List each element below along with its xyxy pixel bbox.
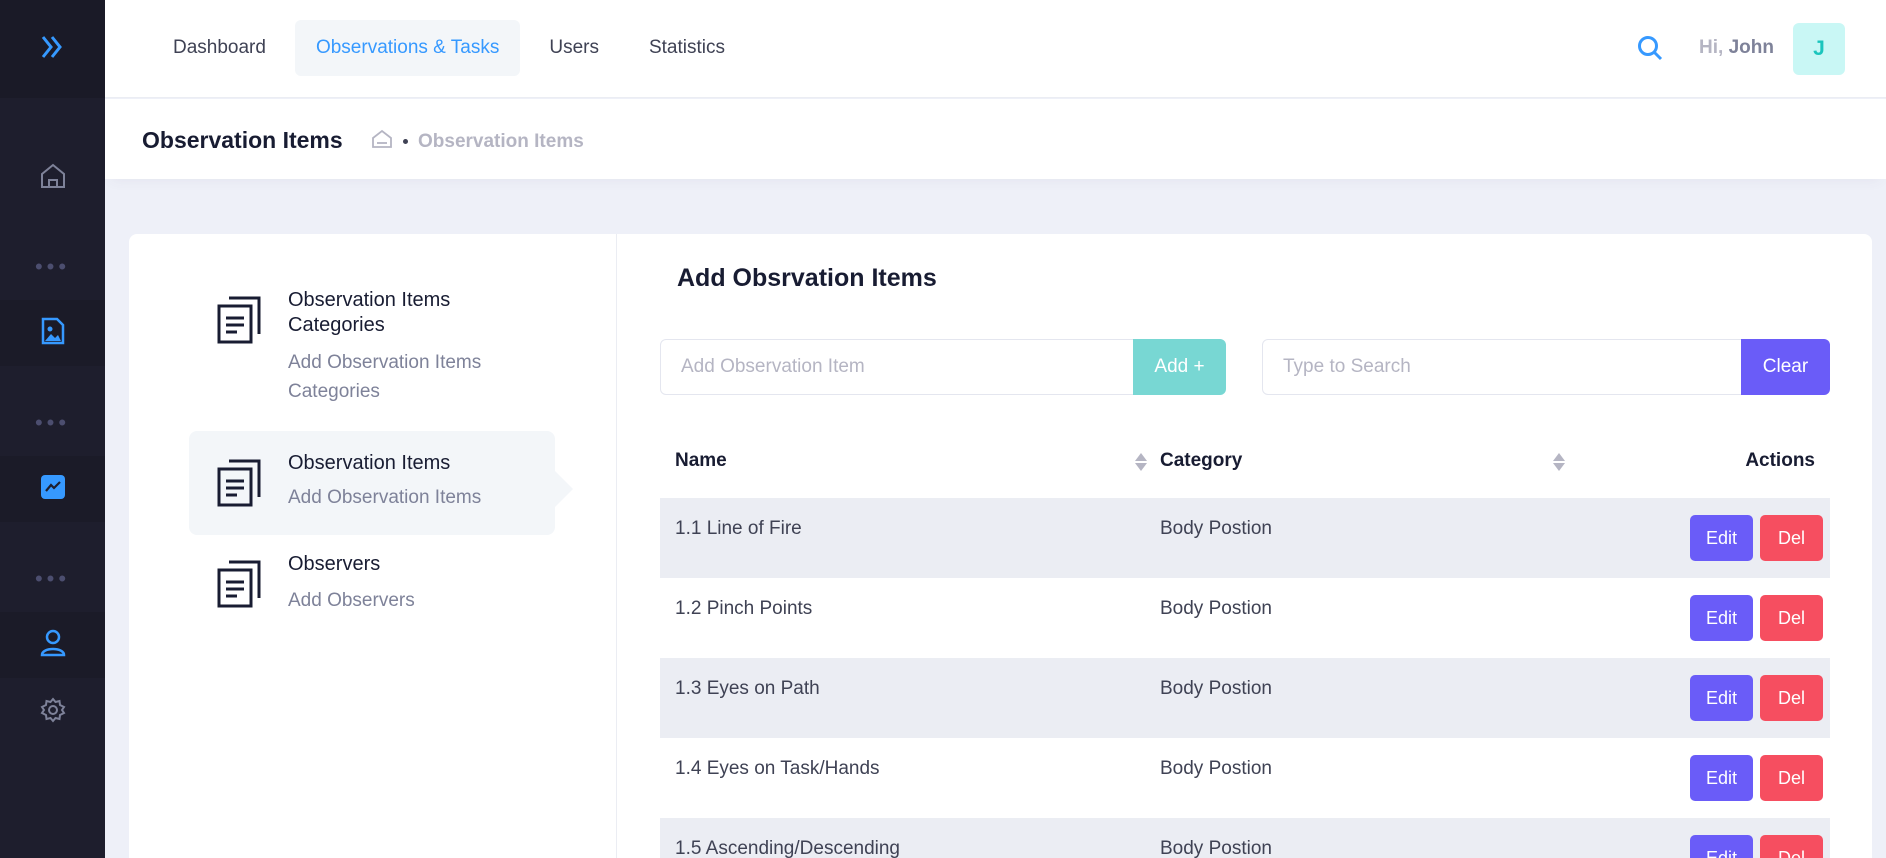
- section-dots: •••: [34, 410, 71, 435]
- subheader: Observation Items Observation Items: [105, 99, 1886, 179]
- menu-title: Observers: [288, 553, 381, 575]
- toggle-sidebar-icon[interactable]: [38, 32, 68, 67]
- edit-button[interactable]: Edit: [1690, 835, 1753, 858]
- breadcrumb-current[interactable]: Observation Items: [418, 131, 584, 153]
- search-input[interactable]: Type to Search: [1262, 339, 1746, 395]
- page-title: Observation Items: [142, 127, 343, 153]
- nav-dashboard[interactable]: Dashboard: [152, 20, 287, 76]
- user-greeting[interactable]: Hi, John: [1699, 37, 1774, 59]
- cell-category: Body Postion: [1160, 598, 1272, 619]
- user-icon: [39, 628, 67, 663]
- table-row: 1.5 Ascending/Descending Body Postion Ed…: [660, 818, 1830, 858]
- cell-name: 1.3 Eyes on Path: [675, 678, 820, 699]
- sidebar: ••• ••• •••: [0, 0, 105, 858]
- chart-icon: [40, 474, 66, 505]
- documents-icon: [215, 558, 267, 610]
- delete-button[interactable]: Del: [1760, 515, 1823, 561]
- menu-desc: Add Observation Items Categories: [288, 352, 482, 402]
- top-nav: Dashboard Observations & Tasks Users Sta…: [152, 20, 746, 76]
- greeting-text: Hi,: [1699, 37, 1724, 58]
- menu-title: Observation Items: [288, 452, 451, 474]
- cell-name: 1.4 Eyes on Task/Hands: [675, 758, 880, 779]
- column-header-name[interactable]: Name: [675, 450, 727, 472]
- nav-users[interactable]: Users: [528, 20, 620, 76]
- edit-button[interactable]: Edit: [1690, 675, 1753, 721]
- table-row: 1.3 Eyes on Path Body Postion Edit Del: [660, 658, 1830, 738]
- sort-icon[interactable]: [1134, 452, 1148, 472]
- cell-category: Body Postion: [1160, 678, 1272, 699]
- avatar[interactable]: J: [1793, 23, 1845, 75]
- menu-item-observation-items[interactable]: Observation Items Add Observation Items: [189, 431, 573, 535]
- sort-icon[interactable]: [1552, 452, 1566, 472]
- cell-category: Body Postion: [1160, 518, 1272, 539]
- main-card: Observation Items Categories Add Observa…: [129, 234, 1872, 858]
- user-name: John: [1728, 37, 1774, 58]
- cell-name: 1.2 Pinch Points: [675, 598, 813, 619]
- table-row: 1.4 Eyes on Task/Hands Body Postion Edit…: [660, 738, 1830, 818]
- delete-button[interactable]: Del: [1760, 595, 1823, 641]
- cell-name: 1.1 Line of Fire: [675, 518, 802, 539]
- sidebar-item-settings[interactable]: [0, 684, 105, 740]
- documents-icon: [215, 294, 267, 346]
- column-header-actions: Actions: [1745, 450, 1815, 471]
- sidebar-item-home[interactable]: [0, 150, 105, 206]
- sidebar-item-observations[interactable]: [0, 300, 105, 366]
- column-header-category[interactable]: Category: [1160, 450, 1242, 472]
- nav-statistics[interactable]: Statistics: [628, 20, 746, 76]
- settings-menu: Observation Items Categories Add Observa…: [129, 234, 617, 858]
- breadcrumb: Observation Items: [371, 128, 584, 155]
- breadcrumb-home-icon[interactable]: [371, 128, 393, 155]
- clear-button[interactable]: Clear: [1741, 339, 1830, 395]
- table-row: 1.1 Line of Fire Body Postion Edit Del: [660, 498, 1830, 578]
- brand: [0, 0, 105, 98]
- document-image-icon: [39, 316, 67, 351]
- delete-button[interactable]: Del: [1760, 835, 1823, 858]
- table-row: 1.2 Pinch Points Body Postion Edit Del: [660, 578, 1830, 658]
- menu-desc: Add Observers: [288, 590, 415, 611]
- nav-observations-tasks[interactable]: Observations & Tasks: [294, 20, 521, 76]
- breadcrumb-separator: [403, 139, 408, 144]
- menu-item-observers[interactable]: Observers Add Observers: [189, 552, 555, 652]
- menu-desc: Add Observation Items: [288, 487, 482, 508]
- cell-category: Body Postion: [1160, 758, 1272, 779]
- top-header: Dashboard Observations & Tasks Users Sta…: [105, 0, 1886, 98]
- search-icon: [1636, 34, 1664, 67]
- gear-icon: [39, 696, 67, 729]
- edit-button[interactable]: Edit: [1690, 595, 1753, 641]
- cell-category: Body Postion: [1160, 838, 1272, 858]
- menu-item-categories[interactable]: Observation Items Categories Add Observa…: [189, 288, 555, 408]
- section-dots: •••: [34, 254, 71, 279]
- sidebar-item-users[interactable]: [0, 612, 105, 678]
- section-dots: •••: [34, 566, 71, 591]
- cell-name: 1.5 Ascending/Descending: [675, 838, 900, 858]
- menu-title: Observation Items Categories: [288, 289, 451, 336]
- sidebar-item-statistics[interactable]: [0, 456, 105, 522]
- header-search-button[interactable]: [1630, 30, 1670, 70]
- home-icon: [38, 161, 68, 196]
- edit-button[interactable]: Edit: [1690, 515, 1753, 561]
- delete-button[interactable]: Del: [1760, 755, 1823, 801]
- observation-items-table: Name Category Actions 1.1 Line of Fire B…: [660, 424, 1830, 858]
- documents-icon: [215, 457, 267, 509]
- delete-button[interactable]: Del: [1760, 675, 1823, 721]
- add-observation-item-input[interactable]: Add Observation Item: [660, 339, 1136, 395]
- add-button[interactable]: Add +: [1133, 339, 1226, 395]
- table-header: Name Category Actions: [660, 424, 1830, 498]
- content-title: Add Obsrvation Items: [677, 264, 937, 292]
- edit-button[interactable]: Edit: [1690, 755, 1753, 801]
